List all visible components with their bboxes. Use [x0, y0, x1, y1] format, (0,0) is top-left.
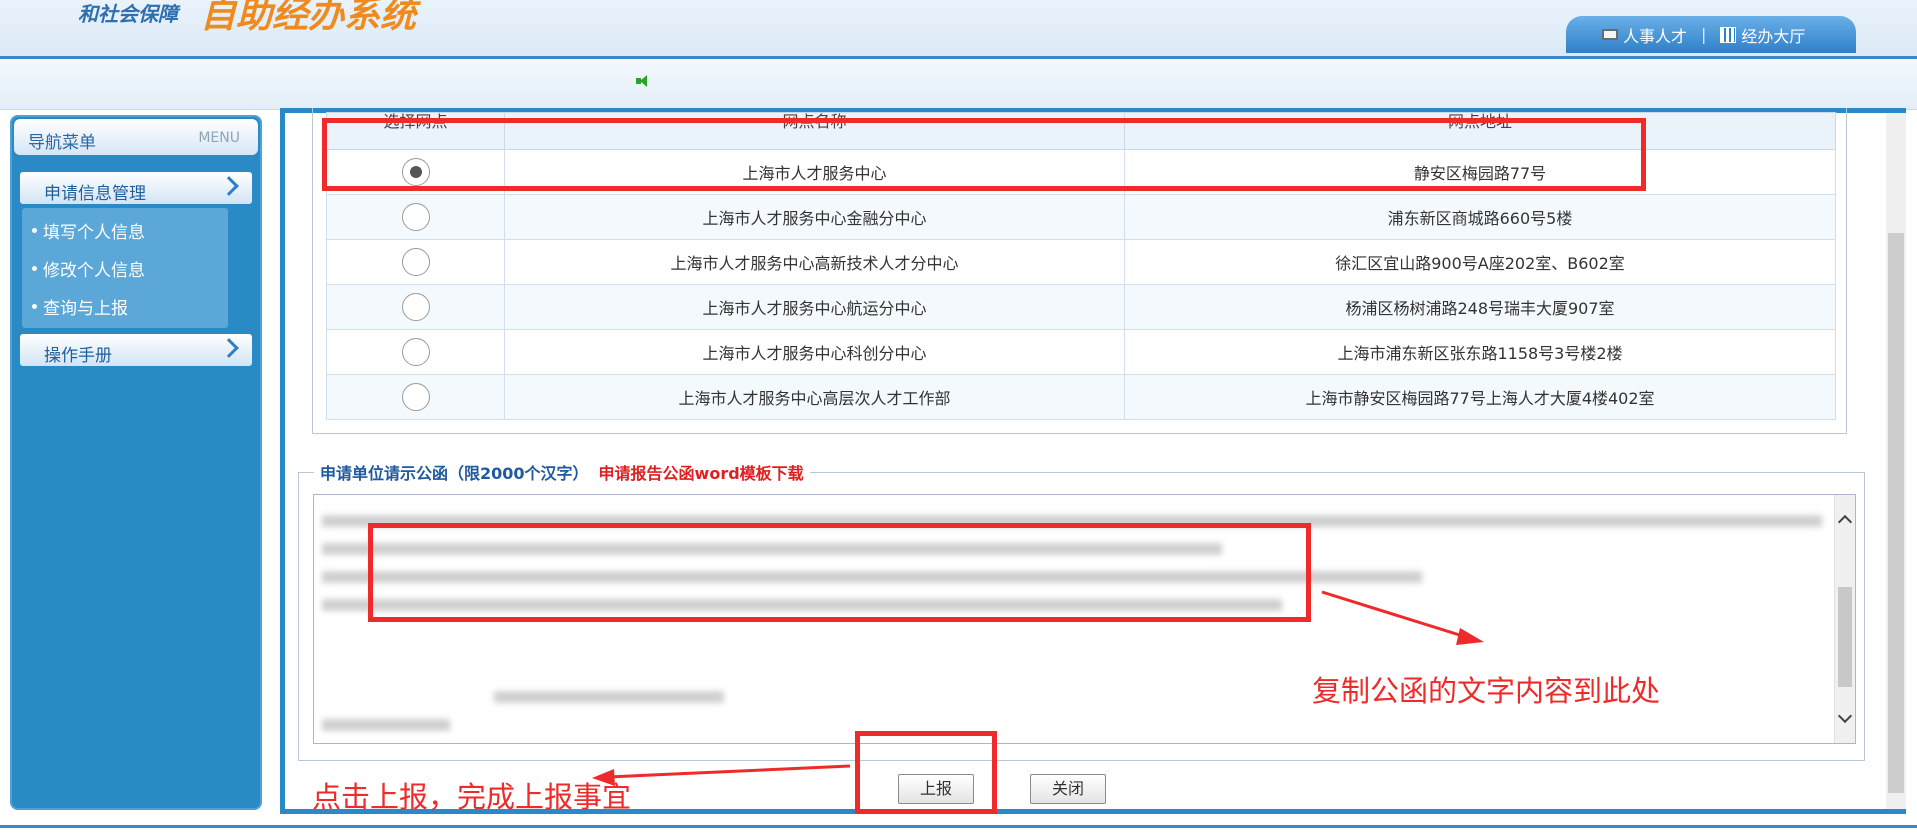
- footer-line: [0, 825, 1917, 828]
- arrowhead: [592, 769, 615, 786]
- arrow-to-textarea: [1321, 590, 1467, 639]
- annotation-arrows: [592, 590, 1484, 786]
- arrow-to-submit-hint: [607, 764, 851, 779]
- arrowhead: [1456, 628, 1484, 645]
